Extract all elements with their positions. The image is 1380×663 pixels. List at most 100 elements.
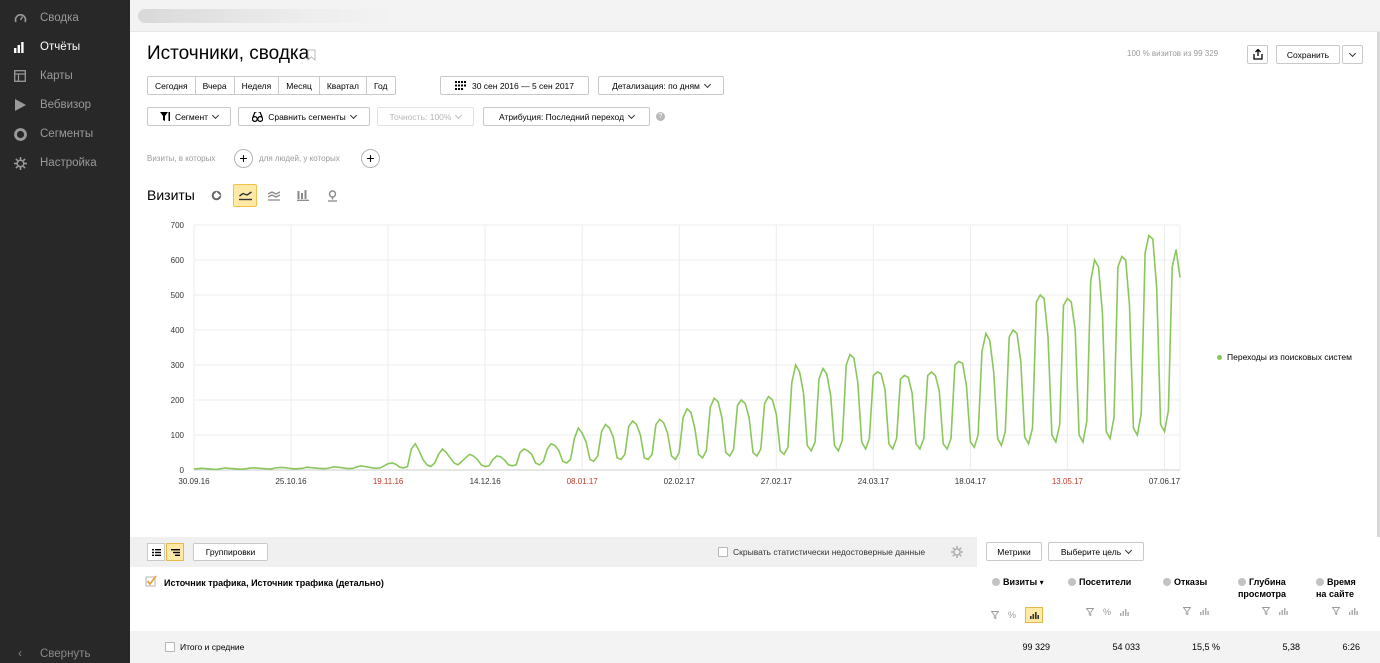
chevron-down-icon bbox=[1348, 49, 1357, 57]
dimension-checkbox-checked[interactable] bbox=[145, 575, 157, 587]
metrics-button[interactable]: Метрики bbox=[986, 542, 1042, 561]
sidebar-item-summary[interactable]: Сводка bbox=[0, 4, 130, 32]
chart-type-map[interactable] bbox=[320, 184, 344, 207]
depth-column-tools bbox=[1262, 607, 1288, 615]
percent-icon[interactable]: % bbox=[1008, 610, 1016, 620]
chart-legend[interactable]: Переходы из поисковых систем bbox=[1217, 352, 1352, 362]
help-icon bbox=[992, 578, 1000, 586]
bar-chart-toggle-icon[interactable] bbox=[1025, 607, 1044, 623]
collapse-label: Свернуть bbox=[40, 648, 91, 660]
help-icon bbox=[1163, 578, 1171, 586]
add-people-condition-button[interactable]: + bbox=[361, 149, 380, 168]
period-quarter[interactable]: Квартал bbox=[319, 76, 367, 95]
compare-segments-button[interactable]: Сравнить сегменты bbox=[238, 107, 370, 126]
chevron-down-icon bbox=[212, 111, 220, 119]
pie-icon bbox=[0, 127, 40, 141]
filter-icon[interactable] bbox=[1332, 607, 1340, 615]
bar-chart-icon bbox=[0, 41, 40, 53]
filter-icon[interactable] bbox=[991, 611, 999, 619]
top-bar bbox=[130, 0, 1380, 32]
total-row-checkbox[interactable] bbox=[165, 642, 175, 652]
view-list-button[interactable] bbox=[147, 543, 165, 561]
column-label: Отказы bbox=[1174, 577, 1208, 587]
detail-select[interactable]: Детализация: по дням bbox=[598, 76, 724, 95]
help-icon bbox=[1238, 578, 1246, 586]
chart-type-bar[interactable] bbox=[291, 184, 315, 207]
save-button[interactable]: Сохранить bbox=[1276, 45, 1340, 64]
hide-unreliable-checkbox[interactable] bbox=[718, 547, 728, 557]
sidebar-item-label: Карты bbox=[40, 70, 73, 82]
filter-icon[interactable] bbox=[1086, 608, 1094, 616]
people-condition-label: для людей, у которых bbox=[259, 154, 340, 163]
sidebar-item-reports[interactable]: Отчёты bbox=[0, 33, 130, 61]
period-year[interactable]: Год bbox=[366, 76, 396, 95]
x-tick-label: 25.10.16 bbox=[275, 477, 307, 486]
y-tick-label: 200 bbox=[171, 396, 185, 405]
period-week[interactable]: Неделя bbox=[234, 76, 280, 95]
bar-chart-toggle-icon[interactable] bbox=[1279, 607, 1288, 615]
total-depth: 5,38 bbox=[1282, 642, 1300, 652]
chevron-down-icon bbox=[349, 111, 357, 119]
segment-text: Сегмент bbox=[174, 111, 209, 122]
y-tick-label: 300 bbox=[171, 361, 185, 370]
x-tick-label: 08.01.17 bbox=[567, 477, 599, 486]
date-range-button[interactable]: 30 сен 2016 — 5 сен 2017 bbox=[440, 76, 589, 95]
segment-button[interactable]: Сегмент bbox=[147, 107, 231, 126]
column-label: Визиты bbox=[1003, 577, 1038, 587]
x-tick-label: 18.04.17 bbox=[955, 477, 987, 486]
filter-icon[interactable] bbox=[1262, 607, 1270, 615]
sidebar-item-label: Вебвизор bbox=[40, 99, 91, 111]
x-axis: 30.09.16 25.10.16 19.11.16 14.12.16 08.01.17… bbox=[178, 477, 1180, 486]
hide-unreliable-label: Скрывать статистически недостоверные дан… bbox=[733, 547, 926, 557]
bounce-column-tools bbox=[1183, 607, 1209, 615]
help-icon bbox=[1068, 578, 1076, 586]
bar-chart-toggle-icon[interactable] bbox=[1200, 607, 1209, 615]
chevron-left-icon: ‹ bbox=[18, 648, 22, 660]
sidebar-item-label: Настройка bbox=[40, 157, 97, 169]
column-visitors[interactable]: Посетители bbox=[1068, 576, 1148, 588]
help-icon[interactable]: ? bbox=[656, 112, 665, 121]
y-axis: 0 100 200 300 400 500 600 700 bbox=[171, 221, 185, 475]
accuracy-select: Точность: 100% bbox=[377, 107, 474, 126]
date-range-text: 30 сен 2016 — 5 сен 2017 bbox=[471, 80, 574, 91]
sidebar-item-maps[interactable]: Карты bbox=[0, 62, 130, 90]
bar-chart-toggle-icon[interactable] bbox=[1120, 608, 1129, 616]
view-tree-button[interactable] bbox=[166, 543, 184, 561]
y-tick-label: 100 bbox=[171, 431, 185, 440]
x-tick-label: 19.11.16 bbox=[373, 477, 404, 486]
table-settings-gear-icon[interactable] bbox=[951, 546, 963, 558]
save-options-button[interactable] bbox=[1342, 45, 1363, 64]
column-visits[interactable]: Визиты ▾ bbox=[992, 576, 1054, 589]
column-bounce[interactable]: Отказы bbox=[1163, 576, 1223, 588]
groupings-button[interactable]: Группировки bbox=[193, 543, 268, 561]
period-today[interactable]: Сегодня bbox=[147, 76, 196, 95]
collapse-sidebar-button[interactable]: ‹ Свернуть bbox=[0, 645, 130, 663]
add-visit-condition-button[interactable]: + bbox=[234, 149, 253, 168]
chart-type-line[interactable] bbox=[233, 184, 257, 207]
y-tick-label: 400 bbox=[171, 326, 185, 335]
y-tick-label: 0 bbox=[180, 466, 185, 475]
chart-type-pie[interactable] bbox=[204, 184, 228, 207]
bookmark-icon[interactable] bbox=[307, 49, 316, 61]
sidebar-item-settings[interactable]: Настройка bbox=[0, 149, 130, 177]
filter-icon[interactable] bbox=[1183, 607, 1191, 615]
attribution-text: Атрибуция: Последний переход bbox=[498, 111, 625, 122]
goal-select[interactable]: Выберите цель bbox=[1048, 542, 1144, 561]
column-time[interactable]: Время на сайте bbox=[1316, 576, 1364, 600]
bar-chart-toggle-icon[interactable] bbox=[1349, 607, 1358, 615]
sidebar-item-segments[interactable]: Сегменты bbox=[0, 120, 130, 148]
export-button[interactable] bbox=[1247, 45, 1268, 64]
visits-info: 100 % визитов из 99 329 bbox=[1127, 49, 1219, 58]
total-bounce: 15,5 % bbox=[1191, 642, 1220, 652]
filter-icon bbox=[159, 112, 170, 121]
chart-type-area[interactable] bbox=[262, 184, 286, 207]
percent-icon[interactable]: % bbox=[1103, 607, 1111, 617]
attribution-select[interactable]: Атрибуция: Последний переход bbox=[483, 107, 650, 126]
plus-icon: + bbox=[239, 150, 248, 166]
column-depth[interactable]: Глубина просмотра bbox=[1238, 576, 1306, 600]
sidebar-item-webvisor[interactable]: Вебвизор bbox=[0, 91, 130, 119]
period-month[interactable]: Месяц bbox=[279, 76, 320, 95]
dimension-header[interactable]: Источник трафика, Источник трафика (дета… bbox=[164, 578, 384, 588]
period-yesterday[interactable]: Вчера bbox=[195, 76, 235, 95]
share-icon bbox=[1252, 49, 1263, 60]
